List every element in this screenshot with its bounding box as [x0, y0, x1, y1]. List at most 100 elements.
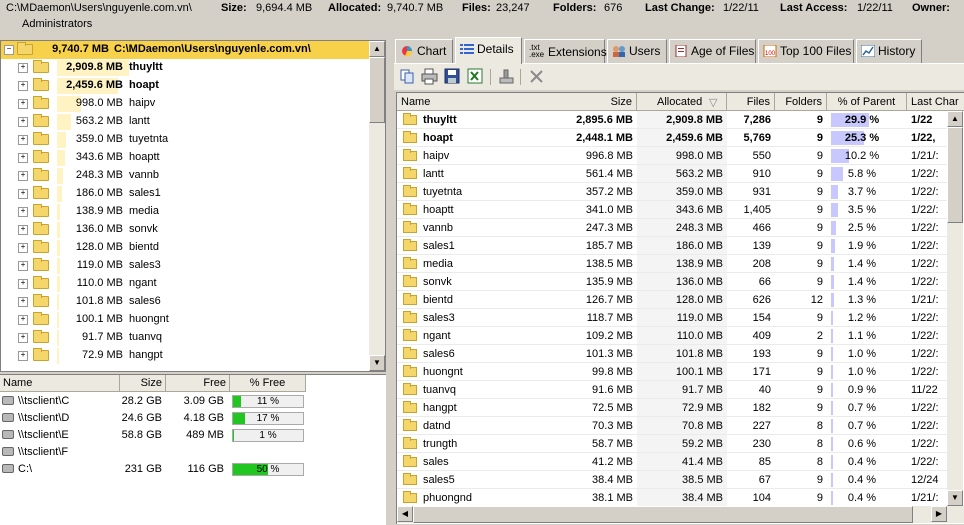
expand-icon[interactable]: +	[18, 117, 28, 127]
tree-item[interactable]: +101.8 MB sales6	[1, 293, 369, 311]
expand-icon[interactable]: +	[18, 207, 28, 217]
col-header-pct-parent[interactable]: % of Parent	[827, 93, 907, 111]
tree-root-row[interactable]: − 9,740.7 MB C:\MDaemon\Users\nguyenle.c…	[1, 41, 369, 59]
table-row[interactable]: lantt 561.4 MB 563.2 MB 910 9 5.8 % 1/22/:	[397, 165, 947, 183]
table-row[interactable]: sales6 101.3 MB 101.8 MB 193 9 1.0 % 1/22/:	[397, 345, 947, 363]
print-icon[interactable]	[421, 68, 438, 85]
tree-item[interactable]: +2,459.6 MB hoapt	[1, 77, 369, 95]
expand-icon[interactable]: +	[18, 189, 28, 199]
tab-age-of-files[interactable]: Age of Files	[669, 39, 756, 63]
expand-icon[interactable]: +	[18, 351, 28, 361]
tree-item[interactable]: +343.6 MB hoaptt	[1, 149, 369, 167]
explorer-icon[interactable]	[498, 68, 515, 85]
scroll-down-icon[interactable]: ▼	[369, 355, 385, 371]
tab-chart[interactable]: Chart	[395, 39, 453, 63]
tree-item[interactable]: +128.0 MB bientd	[1, 239, 369, 257]
table-row[interactable]: thuyltt 2,895.6 MB 2,909.8 MB 7,286 9 29.9 % 1…	[397, 111, 947, 129]
table-row[interactable]: vannb 247.3 MB 248.3 MB 466 9 2.5 % 1/22/:	[397, 219, 947, 237]
drive-row[interactable]: \\tsclient\F	[0, 444, 386, 461]
drives-col-size[interactable]: Size	[120, 375, 166, 392]
pane-splitter[interactable]	[386, 36, 394, 524]
tab-extensions[interactable]: .txt .exe Extensions	[524, 39, 607, 63]
collapse-icon[interactable]: −	[4, 45, 14, 55]
table-row[interactable]: bientd 126.7 MB 128.0 MB 626 12 1.3 % 1/21/:	[397, 291, 947, 309]
col-header-folders[interactable]: Folders	[775, 93, 827, 111]
col-header-allocated[interactable]: Allocated ▽	[637, 93, 727, 111]
save-icon[interactable]	[444, 68, 461, 85]
expand-icon[interactable]: +	[18, 99, 28, 109]
folder-tree[interactable]: − 9,740.7 MB C:\MDaemon\Users\nguyenle.c…	[0, 40, 386, 372]
table-row[interactable]: phuongnd 38.1 MB 38.4 MB 104 9 0.4 % 1/21/:	[397, 489, 947, 507]
expand-icon[interactable]: +	[18, 279, 28, 289]
tree-item[interactable]: +138.9 MB media	[1, 203, 369, 221]
scroll-left-icon[interactable]: ◀	[397, 506, 413, 522]
details-grid[interactable]: Name Size Allocated ▽ Files Folders % of…	[396, 92, 964, 524]
tree-item[interactable]: +2,909.8 MB thuyltt	[1, 59, 369, 77]
expand-icon[interactable]: +	[18, 315, 28, 325]
copy-icon[interactable]	[399, 68, 416, 85]
expand-icon[interactable]: +	[18, 63, 28, 73]
table-row[interactable]: tuanvq 91.6 MB 91.7 MB 40 9 0.9 % 11/22	[397, 381, 947, 399]
drives-col-pct-free[interactable]: % Free	[230, 375, 306, 392]
col-header-size[interactable]: Size	[547, 93, 637, 111]
tab-details[interactable]: Details	[455, 37, 522, 64]
table-row[interactable]: tuyetnta 357.2 MB 359.0 MB 931 9 3.7 % 1/22/:	[397, 183, 947, 201]
hscroll-thumb[interactable]	[413, 506, 913, 523]
tab-history[interactable]: History	[856, 39, 922, 63]
scroll-down-icon[interactable]: ▼	[947, 490, 963, 506]
expand-icon[interactable]: +	[18, 261, 28, 271]
table-row[interactable]: haipv 996.8 MB 998.0 MB 550 9 10.2 % 1/21/:	[397, 147, 947, 165]
drive-row[interactable]: \\tsclient\E 58.8 GB 489 MB 1 %	[0, 427, 386, 444]
table-row[interactable]: hangpt 72.5 MB 72.9 MB 182 9 0.7 % 1/22/:	[397, 399, 947, 417]
expand-icon[interactable]: +	[18, 225, 28, 235]
tree-item[interactable]: +100.1 MB huongnt	[1, 311, 369, 329]
tree-scrollbar[interactable]: ▲ ▼	[369, 41, 385, 371]
table-row[interactable]: sales 41.2 MB 41.4 MB 85 8 0.4 % 1/22/:	[397, 453, 947, 471]
details-hscrollbar[interactable]: ◀ ▶	[397, 506, 964, 523]
col-header-files[interactable]: Files	[727, 93, 775, 111]
tab-users[interactable]: Users	[607, 39, 667, 63]
expand-icon[interactable]: +	[18, 81, 28, 91]
tree-item[interactable]: +563.2 MB lantt	[1, 113, 369, 131]
tree-item[interactable]: +91.7 MB tuanvq	[1, 329, 369, 347]
col-header-last-change[interactable]: Last Char	[907, 93, 964, 111]
table-row[interactable]: datnd 70.3 MB 70.8 MB 227 8 0.7 % 1/22/:	[397, 417, 947, 435]
tree-item[interactable]: +359.0 MB tuyetnta	[1, 131, 369, 149]
expand-icon[interactable]: +	[18, 243, 28, 253]
scroll-right-icon[interactable]: ▶	[931, 506, 947, 522]
tree-item[interactable]: +136.0 MB sonvk	[1, 221, 369, 239]
scroll-thumb[interactable]	[947, 127, 963, 223]
details-scrollbar[interactable]: ▲ ▼	[947, 111, 963, 506]
excel-export-icon[interactable]	[467, 68, 484, 85]
table-row[interactable]: sales5 38.4 MB 38.5 MB 67 9 0.4 % 12/24	[397, 471, 947, 489]
drive-row[interactable]: C:\ 231 GB 116 GB 50 %	[0, 461, 386, 478]
table-row[interactable]: media 138.5 MB 138.9 MB 208 9 1.4 % 1/22/:	[397, 255, 947, 273]
delete-icon[interactable]	[528, 68, 545, 85]
scroll-thumb[interactable]	[369, 57, 385, 123]
expand-icon[interactable]: +	[18, 297, 28, 307]
expand-icon[interactable]: +	[18, 135, 28, 145]
tree-item[interactable]: +248.3 MB vannb	[1, 167, 369, 185]
tree-item[interactable]: +110.0 MB ngant	[1, 275, 369, 293]
table-row[interactable]: ngant 109.2 MB 110.0 MB 409 2 1.1 % 1/22/:	[397, 327, 947, 345]
scroll-up-icon[interactable]: ▲	[947, 111, 963, 127]
tab-top-100-files[interactable]: 100 Top 100 Files	[758, 39, 854, 63]
tree-item[interactable]: +186.0 MB sales1	[1, 185, 369, 203]
tree-item[interactable]: +72.9 MB hangpt	[1, 347, 369, 365]
table-row[interactable]: sonvk 135.9 MB 136.0 MB 66 9 1.4 % 1/22/:	[397, 273, 947, 291]
table-row[interactable]: hoaptt 341.0 MB 343.6 MB 1,405 9 3.5 % 1/22/:	[397, 201, 947, 219]
drives-col-free[interactable]: Free	[166, 375, 230, 392]
tree-item[interactable]: +119.0 MB sales3	[1, 257, 369, 275]
scroll-up-icon[interactable]: ▲	[369, 41, 385, 57]
drive-row[interactable]: \\tsclient\D 24.6 GB 4.18 GB 17 %	[0, 410, 386, 427]
table-row[interactable]: trungth 58.7 MB 59.2 MB 230 8 0.6 % 1/22/:	[397, 435, 947, 453]
table-row[interactable]: huongnt 99.8 MB 100.1 MB 171 9 1.0 % 1/22/:	[397, 363, 947, 381]
drive-row[interactable]: \\tsclient\C 28.2 GB 3.09 GB 11 %	[0, 393, 386, 410]
expand-icon[interactable]: +	[18, 171, 28, 181]
table-row[interactable]: hoapt 2,448.1 MB 2,459.6 MB 5,769 9 25.3 % 1/2…	[397, 129, 947, 147]
drives-col-name[interactable]: Name	[0, 375, 120, 392]
tree-item[interactable]: +998.0 MB haipv	[1, 95, 369, 113]
table-row[interactable]: sales1 185.7 MB 186.0 MB 139 9 1.9 % 1/22/:	[397, 237, 947, 255]
expand-icon[interactable]: +	[18, 333, 28, 343]
expand-icon[interactable]: +	[18, 153, 28, 163]
